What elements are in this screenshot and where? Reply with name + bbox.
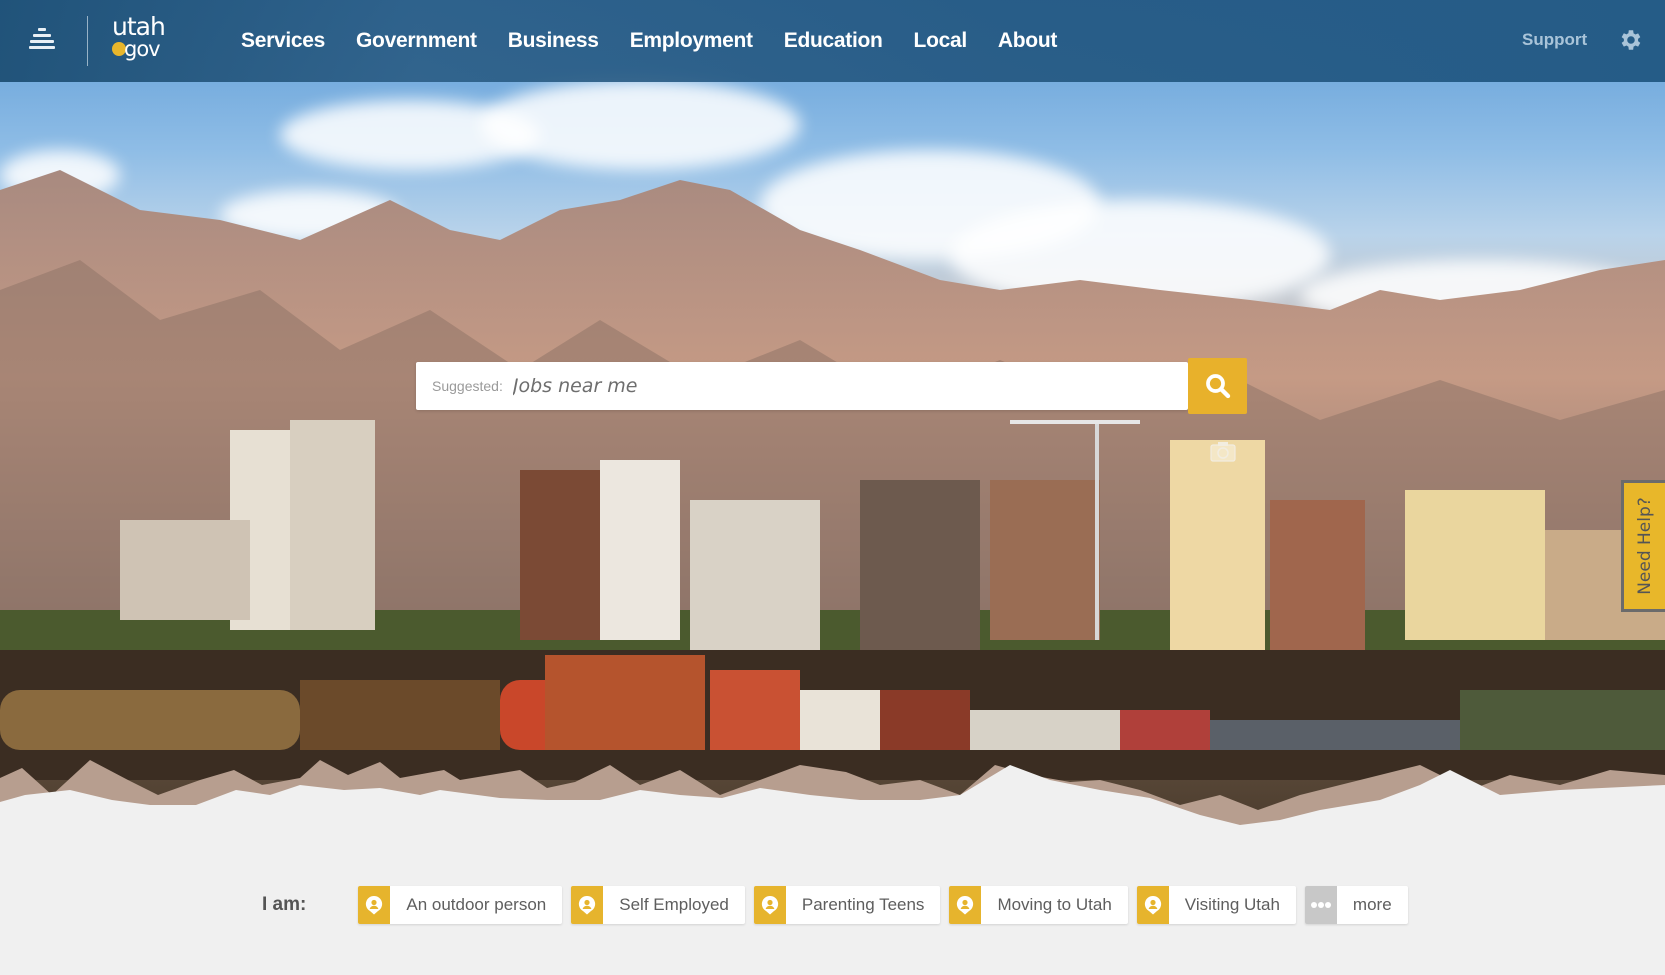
- ellipsis-icon: [1310, 902, 1331, 908]
- main-nav: Services Government Business Employment …: [241, 0, 1088, 82]
- menu-icon-bar: [30, 40, 54, 43]
- i-am-option-outdoor-person[interactable]: An outdoor person: [358, 886, 563, 924]
- i-am-option-more[interactable]: more: [1304, 886, 1408, 924]
- i-am-option-visiting-utah[interactable]: Visiting Utah: [1136, 886, 1296, 924]
- menu-icon-bar: [38, 28, 46, 31]
- person-pin-icon: [579, 895, 596, 915]
- utah-gov-menu-button[interactable]: [26, 26, 58, 54]
- menu-icon-bar: [33, 34, 51, 37]
- nav-government[interactable]: Government: [356, 29, 477, 53]
- i-am-option-label: An outdoor person: [406, 895, 547, 914]
- search-box: Suggested:: [416, 362, 1188, 410]
- utah-gov-logo[interactable]: utah gov: [110, 12, 170, 64]
- gear-icon: [1621, 30, 1641, 50]
- person-pin-icon: [1144, 895, 1161, 915]
- i-am-option-label: more: [1352, 895, 1392, 914]
- nav-about[interactable]: About: [998, 29, 1057, 53]
- i-am-option-label: Self Employed: [619, 895, 729, 914]
- logo-gov-text: gov: [124, 37, 161, 61]
- photo-credit-button[interactable]: [1210, 440, 1236, 462]
- need-help-label: Need Help?: [1634, 497, 1655, 595]
- camera-icon: [1210, 442, 1236, 462]
- i-am-option-parenting-teens[interactable]: Parenting Teens: [753, 886, 941, 924]
- i-am-option-label: Moving to Utah: [997, 895, 1112, 914]
- person-pin-icon: [761, 895, 779, 915]
- nav-services[interactable]: Services: [241, 29, 325, 53]
- settings-button[interactable]: [1617, 27, 1643, 53]
- i-am-row: I am: An outdoor person Self Employed Pa…: [262, 886, 1417, 924]
- i-am-option-label: Visiting Utah: [1184, 895, 1280, 914]
- i-am-label: I am:: [262, 894, 307, 915]
- site-header: utah gov Services Government Business Em…: [0, 0, 1665, 82]
- nav-local[interactable]: Local: [914, 29, 968, 53]
- support-link[interactable]: Support: [1522, 30, 1587, 50]
- nav-employment[interactable]: Employment: [630, 29, 753, 53]
- i-am-option-label: Parenting Teens: [801, 895, 925, 914]
- search-icon: [1205, 374, 1230, 399]
- menu-icon-bar: [29, 46, 55, 49]
- hero-image: [0, 0, 1665, 840]
- need-help-tab[interactable]: Need Help?: [1621, 480, 1665, 612]
- logo-utah-text: utah: [112, 12, 166, 41]
- search-suggested-label: Suggested:: [432, 378, 503, 394]
- i-am-option-self-employed[interactable]: Self Employed: [571, 886, 745, 924]
- mountain-divider: [0, 760, 1665, 840]
- search-input[interactable]: [512, 362, 1188, 410]
- nav-education[interactable]: Education: [784, 29, 883, 53]
- header-divider: [87, 16, 88, 66]
- person-pin-icon: [957, 895, 974, 915]
- nav-business[interactable]: Business: [508, 29, 599, 53]
- person-pin-icon: [366, 895, 383, 915]
- search-button[interactable]: [1188, 358, 1247, 414]
- i-am-option-moving-to-utah[interactable]: Moving to Utah: [949, 886, 1128, 924]
